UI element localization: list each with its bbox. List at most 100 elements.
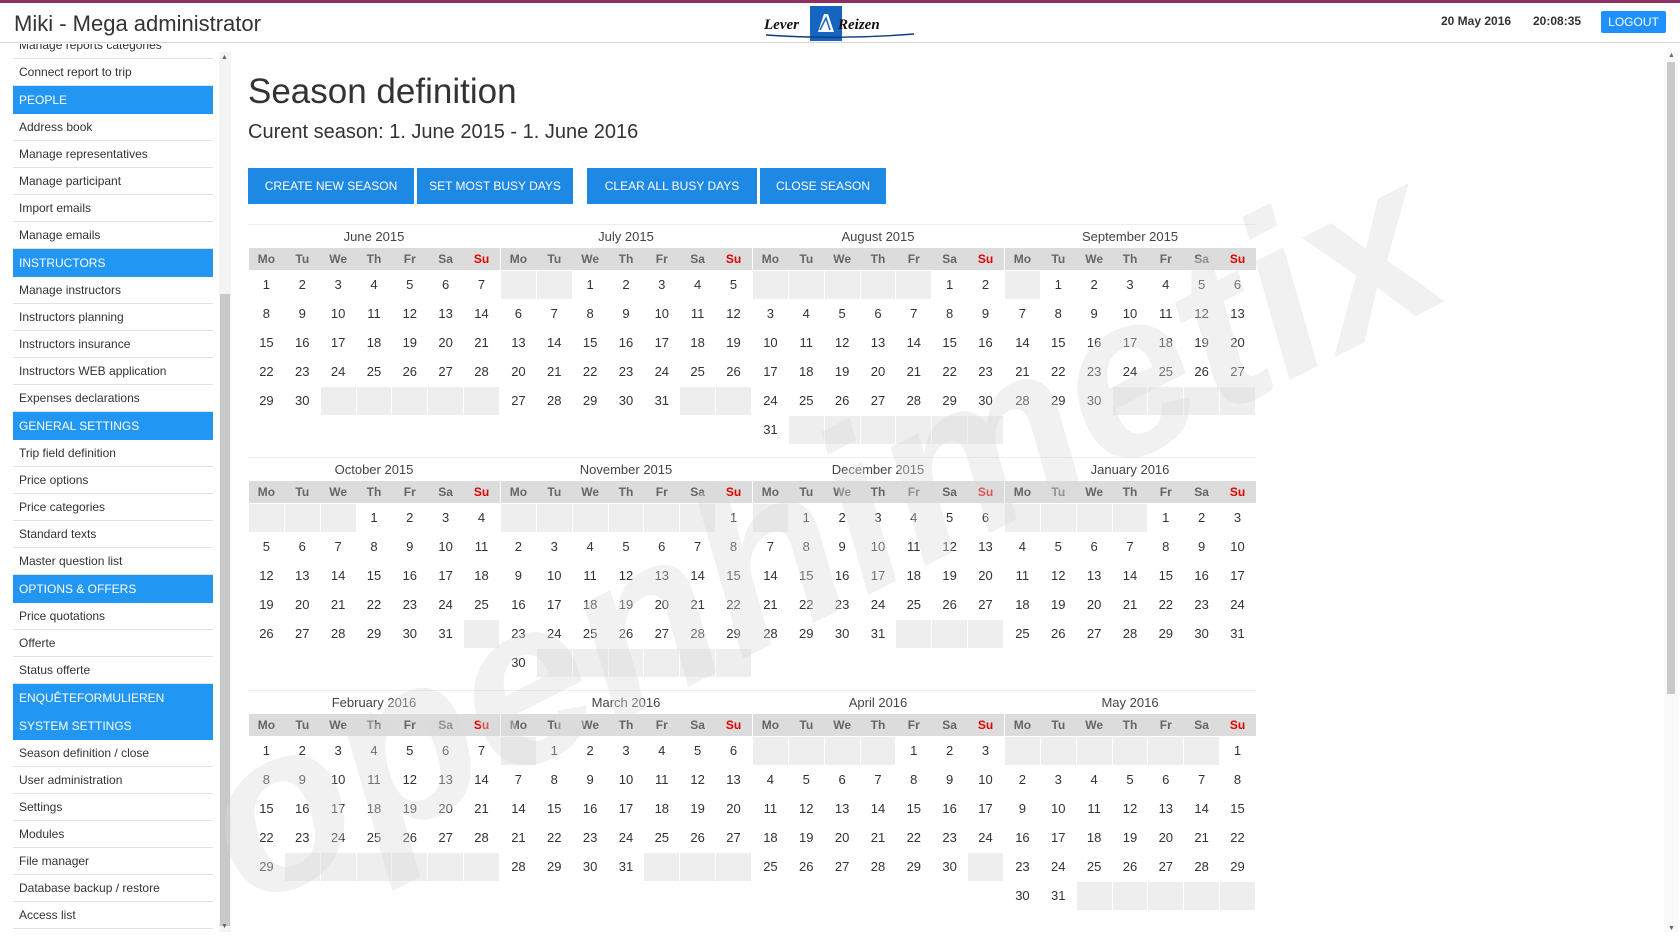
calendar-day[interactable]: 28 bbox=[463, 356, 500, 387]
calendar-day[interactable]: 5 bbox=[1111, 764, 1149, 795]
calendar-day[interactable]: 30 bbox=[931, 851, 969, 882]
calendar-day[interactable]: 9 bbox=[1075, 298, 1113, 329]
calendar-day[interactable]: 4 bbox=[1075, 764, 1113, 795]
calendar-day[interactable]: 29 bbox=[248, 851, 285, 882]
calendar-day[interactable]: 9 bbox=[823, 531, 861, 562]
calendar-day[interactable]: 13 bbox=[500, 327, 537, 358]
calendar-day[interactable]: 15 bbox=[1039, 327, 1077, 358]
calendar-day[interactable]: 18 bbox=[679, 327, 717, 358]
calendar-day[interactable]: 3 bbox=[967, 735, 1004, 766]
calendar-day[interactable]: 16 bbox=[823, 560, 861, 591]
sidebar-item-offerte[interactable]: Offerte bbox=[13, 630, 213, 657]
calendar-day[interactable]: 6 bbox=[1147, 764, 1185, 795]
calendar-day[interactable]: 17 bbox=[643, 327, 681, 358]
calendar-day[interactable]: 16 bbox=[283, 793, 321, 824]
sidebar-item-database-backup-restore[interactable]: Database backup / restore bbox=[13, 875, 213, 902]
calendar-day[interactable]: 9 bbox=[391, 531, 429, 562]
calendar-day[interactable]: 15 bbox=[248, 793, 285, 824]
calendar-day[interactable]: 23 bbox=[1183, 589, 1221, 620]
calendar-day[interactable]: 17 bbox=[1219, 560, 1256, 591]
calendar-day[interactable]: 8 bbox=[1219, 764, 1256, 795]
calendar-day[interactable]: 16 bbox=[1004, 822, 1041, 853]
calendar-day[interactable]: 26 bbox=[248, 618, 285, 649]
calendar-day[interactable]: 5 bbox=[391, 735, 429, 766]
calendar-day[interactable]: 12 bbox=[1183, 298, 1221, 329]
calendar-day[interactable]: 31 bbox=[752, 414, 789, 445]
calendar-day[interactable]: 11 bbox=[355, 298, 393, 329]
calendar-day[interactable]: 20 bbox=[427, 327, 465, 358]
calendar-day[interactable]: 18 bbox=[752, 822, 789, 853]
sidebar-item-import-emails[interactable]: Import emails bbox=[13, 195, 213, 222]
calendar-day[interactable]: 11 bbox=[571, 560, 609, 591]
calendar-day[interactable]: 30 bbox=[607, 385, 645, 416]
calendar-day[interactable]: 3 bbox=[427, 502, 465, 533]
calendar-day[interactable]: 14 bbox=[895, 327, 933, 358]
calendar-day[interactable]: 7 bbox=[1004, 298, 1041, 329]
calendar-day[interactable]: 29 bbox=[248, 385, 285, 416]
calendar-day[interactable]: 8 bbox=[895, 764, 933, 795]
calendar-day[interactable]: 15 bbox=[1219, 793, 1256, 824]
calendar-day[interactable]: 12 bbox=[1111, 793, 1149, 824]
sidebar-item-access-list[interactable]: Access list bbox=[13, 902, 213, 929]
calendar-day[interactable]: 5 bbox=[715, 269, 752, 300]
calendar-day[interactable]: 23 bbox=[283, 356, 321, 387]
calendar-day[interactable]: 20 bbox=[859, 356, 897, 387]
calendar-day[interactable]: 24 bbox=[859, 589, 897, 620]
calendar-day[interactable]: 11 bbox=[1004, 560, 1041, 591]
calendar-day[interactable]: 12 bbox=[607, 560, 645, 591]
calendar-day[interactable]: 6 bbox=[500, 298, 537, 329]
calendar-day[interactable]: 16 bbox=[607, 327, 645, 358]
calendar-day[interactable]: 25 bbox=[463, 589, 500, 620]
calendar-day[interactable]: 3 bbox=[752, 298, 789, 329]
calendar-day[interactable]: 4 bbox=[571, 531, 609, 562]
calendar-day[interactable]: 13 bbox=[1147, 793, 1185, 824]
calendar-day[interactable]: 20 bbox=[1147, 822, 1185, 853]
calendar-day[interactable]: 23 bbox=[1004, 851, 1041, 882]
calendar-day[interactable]: 12 bbox=[679, 764, 717, 795]
sidebar-scroll-thumb[interactable] bbox=[220, 294, 230, 926]
calendar-day[interactable]: 18 bbox=[1147, 327, 1185, 358]
calendar-day[interactable]: 17 bbox=[427, 560, 465, 591]
scroll-down-icon[interactable]: ▼ bbox=[221, 923, 228, 930]
calendar-day[interactable]: 26 bbox=[931, 589, 969, 620]
sidebar-item-season-definition-close[interactable]: Season definition / close bbox=[13, 740, 213, 767]
calendar-day[interactable]: 27 bbox=[427, 822, 465, 853]
calendar-day[interactable]: 1 bbox=[571, 269, 609, 300]
calendar-day[interactable]: 21 bbox=[1004, 356, 1041, 387]
calendar-day[interactable]: 31 bbox=[859, 618, 897, 649]
calendar-day[interactable]: 11 bbox=[1075, 793, 1113, 824]
calendar-day[interactable]: 10 bbox=[1219, 531, 1256, 562]
calendar-day[interactable]: 31 bbox=[607, 851, 645, 882]
calendar-day[interactable]: 2 bbox=[823, 502, 861, 533]
calendar-day[interactable]: 24 bbox=[1039, 851, 1077, 882]
calendar-day[interactable]: 26 bbox=[607, 618, 645, 649]
calendar-day[interactable]: 20 bbox=[1075, 589, 1113, 620]
calendar-day[interactable]: 1 bbox=[931, 269, 969, 300]
calendar-day[interactable]: 15 bbox=[248, 327, 285, 358]
sidebar-section-people[interactable]: PEOPLE bbox=[13, 86, 213, 114]
calendar-day[interactable]: 9 bbox=[283, 298, 321, 329]
calendar-day[interactable]: 4 bbox=[787, 298, 825, 329]
sidebar-item-manage-emails[interactable]: Manage emails bbox=[13, 222, 213, 249]
calendar-day[interactable]: 16 bbox=[967, 327, 1004, 358]
scroll-up-icon[interactable]: ▲ bbox=[221, 54, 228, 61]
calendar-day[interactable]: 21 bbox=[500, 822, 537, 853]
calendar-day[interactable]: 20 bbox=[1219, 327, 1256, 358]
calendar-day[interactable]: 25 bbox=[1075, 851, 1113, 882]
calendar-day[interactable]: 27 bbox=[715, 822, 752, 853]
calendar-day[interactable]: 2 bbox=[283, 269, 321, 300]
calendar-day[interactable]: 8 bbox=[931, 298, 969, 329]
calendar-day[interactable]: 23 bbox=[1075, 356, 1113, 387]
calendar-day[interactable]: 13 bbox=[1075, 560, 1113, 591]
calendar-day[interactable]: 31 bbox=[427, 618, 465, 649]
calendar-day[interactable]: 1 bbox=[248, 269, 285, 300]
calendar-day[interactable]: 9 bbox=[607, 298, 645, 329]
calendar-day[interactable]: 19 bbox=[823, 356, 861, 387]
calendar-day[interactable]: 26 bbox=[1183, 356, 1221, 387]
calendar-day[interactable]: 12 bbox=[823, 327, 861, 358]
calendar-day[interactable]: 30 bbox=[1183, 618, 1221, 649]
calendar-day[interactable]: 1 bbox=[787, 502, 825, 533]
calendar-day[interactable]: 6 bbox=[967, 502, 1004, 533]
calendar-day[interactable]: 2 bbox=[931, 735, 969, 766]
calendar-day[interactable]: 10 bbox=[967, 764, 1004, 795]
